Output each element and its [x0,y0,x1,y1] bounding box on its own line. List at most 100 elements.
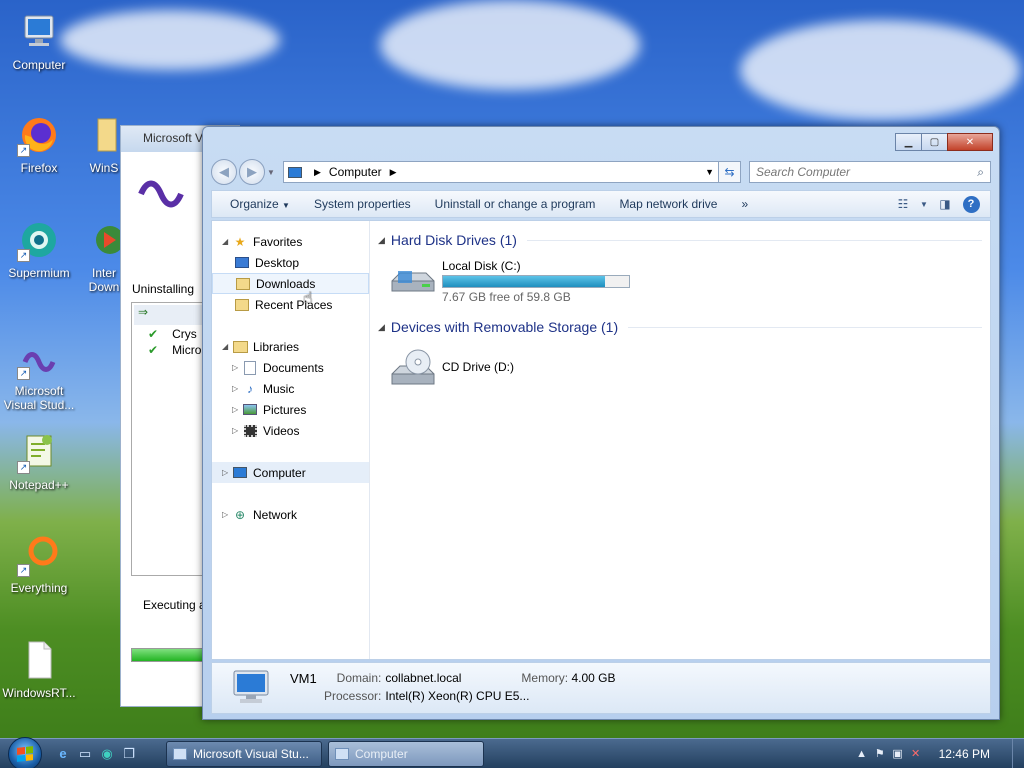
address-bar[interactable]: ▶ Computer ▶ ▼ [283,161,719,183]
nav-item-recent-places[interactable]: Recent Places [212,294,369,315]
minimize-button[interactable]: ▁ [895,133,922,151]
uninstall-program-button[interactable]: Uninstall or change a program [423,197,608,211]
close-button[interactable]: ✕ [947,133,993,151]
computer-name: VM1 [290,671,317,686]
task-label: Microsoft Visual Stu... [193,746,309,761]
group-removable-storage[interactable]: ◢ Devices with Removable Storage (1) [378,316,982,338]
view-dropdown-button[interactable]: ▼ [916,193,932,215]
shortcut-arrow-icon: ↗ [17,367,30,380]
forward-button[interactable]: ▶ [239,159,265,185]
supermium-icon: ◉ [101,745,113,761]
collapse-arrow-icon[interactable]: ▷ [232,363,242,372]
collapse-arrow-icon[interactable]: ▷ [222,468,232,477]
nav-item-documents[interactable]: ▷ Documents [212,357,369,378]
collapse-arrow-icon[interactable]: ▷ [232,384,242,393]
cloud [740,20,1020,120]
desktop-icon-idm[interactable]: Inter Down [84,218,124,294]
start-button[interactable] [8,736,42,768]
expand-arrow-icon[interactable]: ◢ [222,342,232,351]
organize-button[interactable]: Organize ▼ [218,197,302,211]
cloud [60,10,280,70]
collapse-arrow-icon[interactable]: ▷ [232,426,242,435]
address-dropdown-icon[interactable]: ▼ [705,167,714,177]
quicklaunch-show-desktop[interactable]: ▭ [74,743,96,765]
change-view-button[interactable]: ☷ [890,193,916,215]
taskbar-item-computer[interactable]: Computer [328,740,484,767]
help-button[interactable]: ? [958,193,984,215]
group-hard-disk-drives[interactable]: ◢ Hard Disk Drives (1) [378,229,982,251]
collapse-triangle-icon[interactable]: ◢ [378,322,385,333]
domain-label: Domain: [336,671,382,685]
desktop-icon-winscp[interactable]: WinS [84,113,124,175]
quicklaunch-supermium[interactable]: ◉ [96,743,118,765]
desktop-icon-visual-studio[interactable]: ↗ Microsoft Visual Stud... [0,336,80,412]
collapse-arrow-icon[interactable]: ▷ [232,405,242,414]
window-icon [173,747,187,760]
nav-item-pictures[interactable]: ▷ Pictures [212,399,369,420]
quicklaunch-ie[interactable]: e [52,743,74,765]
nav-item-computer[interactable]: ▷ Computer [212,462,369,483]
collapse-arrow-icon[interactable]: ▷ [222,510,232,519]
show-desktop-button[interactable] [1012,738,1024,768]
search-input[interactable]: Search Computer ⌕ [749,161,991,183]
back-button[interactable]: ◀ [211,159,237,185]
nav-item-favorites[interactable]: ◢ ★ Favorites [212,231,369,252]
notepadpp-icon: ↗ [17,430,61,474]
network-tray-icon[interactable]: ▣ [889,747,907,760]
explorer-window[interactable]: ▁ ▢ ✕ ◀ ▶ ▼ ▶ Computer ▶ ▼ ⇆ Search Comp… [202,126,1000,720]
refresh-button[interactable]: ⇆ [719,161,741,183]
breadcrumb-separator-icon[interactable]: ▶ [314,167,321,178]
nav-label: Pictures [263,402,307,417]
computer-icon [288,166,302,178]
minimize-icon: ▁ [904,136,913,148]
desktop-icon-label: Computer [12,58,66,72]
help-icon: ? [962,195,980,213]
desktop-icon-label: Firefox [20,161,58,175]
action-center-flag-icon[interactable]: ⚑ [871,747,889,760]
preview-pane-button[interactable]: ◨ [932,193,958,215]
nav-item-network[interactable]: ▷ ⊕ Network [212,504,369,525]
desktop-icon-label: Inter Down [88,266,120,294]
desktop-icon-firefox[interactable]: ↗ Firefox [0,113,80,175]
shortcut-arrow-icon: ↗ [17,564,30,577]
nav-item-libraries[interactable]: ◢ Libraries [212,336,369,357]
nav-item-videos[interactable]: ▷ Videos [212,420,369,441]
desktop-icon-everything[interactable]: ↗ Everything [0,533,80,595]
drive-local-disk-c[interactable]: Local Disk (C:) 7.67 GB free of 59.8 GB [388,257,982,304]
volume-muted-icon[interactable]: ✕ [907,747,925,760]
drive-usage-fill [443,276,606,287]
domain-value: collabnet.local Memory: 4.00 GB [385,671,615,685]
computer-icon [232,466,248,480]
quicklaunch-switch-windows[interactable]: ❐ [118,743,140,765]
breadcrumb-computer[interactable]: Computer [329,165,382,179]
nav-item-desktop[interactable]: Desktop [212,252,369,273]
recent-pages-dropdown[interactable]: ▼ [265,168,277,177]
maximize-button[interactable]: ▢ [921,133,948,151]
taskbar-item-visual-studio[interactable]: Microsoft Visual Stu... [166,740,322,767]
documents-icon [242,360,258,375]
desktop-icon-notepadpp[interactable]: ↗ Notepad++ [0,430,80,492]
check-icon: ✔ [148,343,159,357]
clock[interactable]: 12:46 PM [939,747,990,761]
breadcrumb-separator-icon[interactable]: ▶ [390,167,397,178]
system-properties-button[interactable]: System properties [302,197,423,211]
show-hidden-icons-button[interactable]: ▲ [853,748,871,760]
search-placeholder: Search Computer [756,165,851,179]
desktop-icon-document[interactable]: WindowsRT... [0,638,80,700]
expand-arrow-icon[interactable]: ◢ [222,237,232,246]
main-pane[interactable]: ◢ Hard Disk Drives (1) Local Disk (C:) 7… [370,221,990,659]
map-network-drive-button[interactable]: Map network drive [607,197,729,211]
nav-item-music[interactable]: ▷ ♪ Music [212,378,369,399]
desktop-icon-supermium[interactable]: ↗ Supermium [0,218,80,280]
drive-cd-d[interactable]: CD Drive (D:) [388,348,982,392]
more-commands-button[interactable]: » [729,197,760,211]
navigation-pane[interactable]: ◢ ★ Favorites Desktop Downloads Recent P… [212,221,370,659]
nav-item-downloads[interactable]: Downloads [212,273,369,294]
collapse-triangle-icon[interactable]: ◢ [378,235,385,246]
desktop-icon-computer[interactable]: Computer [0,10,80,72]
visual-studio-icon: ↗ [17,336,61,380]
group-title: Devices with Removable Storage (1) [390,319,619,335]
shortcut-arrow-icon: ↗ [17,249,30,262]
cd-drive-icon [388,348,436,392]
processor-value: Intel(R) Xeon(R) CPU E5... [385,689,530,703]
